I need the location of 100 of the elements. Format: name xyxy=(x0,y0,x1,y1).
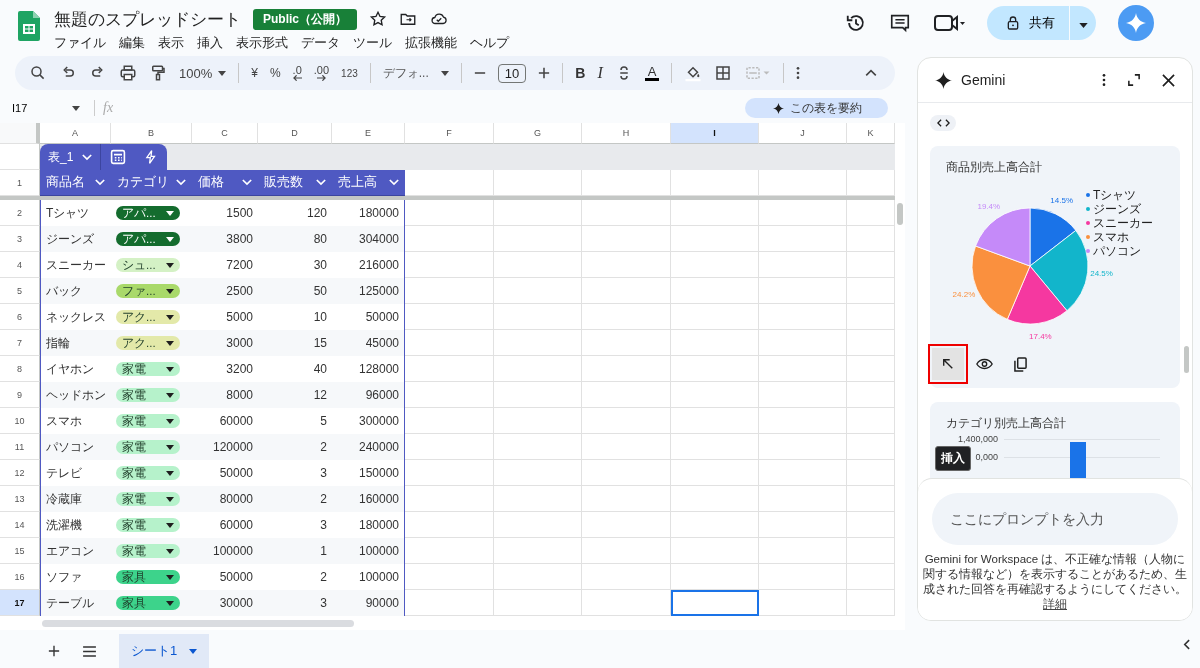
row-number[interactable]: 6 xyxy=(0,304,40,330)
empty-cell[interactable] xyxy=(582,226,671,252)
history-icon[interactable] xyxy=(845,12,867,34)
table-header[interactable]: カテゴリ xyxy=(111,170,192,196)
empty-cell[interactable] xyxy=(759,486,847,512)
empty-cell[interactable] xyxy=(759,564,847,590)
category-chip[interactable]: 家電 xyxy=(116,440,180,454)
empty-cell[interactable] xyxy=(494,304,582,330)
empty-cell[interactable] xyxy=(582,200,671,226)
empty-cell[interactable] xyxy=(759,200,847,226)
scrollbar-thumb[interactable] xyxy=(1184,346,1189,373)
calculator-icon[interactable] xyxy=(110,149,127,165)
empty-cell[interactable] xyxy=(671,252,759,278)
category-chip[interactable]: 家電 xyxy=(116,544,180,558)
font-dropdown[interactable]: デフォ... xyxy=(382,64,449,82)
row-number[interactable]: 4 xyxy=(0,252,40,278)
row-number[interactable]: 17 xyxy=(0,590,40,616)
empty-cell[interactable] xyxy=(582,330,671,356)
row-number[interactable]: 15 xyxy=(0,538,40,564)
empty-cell[interactable] xyxy=(759,512,847,538)
empty-cell[interactable] xyxy=(671,278,759,304)
row-number[interactable]: 13 xyxy=(0,486,40,512)
empty-cell[interactable] xyxy=(582,564,671,590)
empty-cell[interactable] xyxy=(494,538,582,564)
empty-cell[interactable] xyxy=(405,408,494,434)
share-button[interactable]: 共有 xyxy=(987,6,1069,40)
plus-icon[interactable] xyxy=(538,67,551,79)
empty-cell[interactable] xyxy=(759,460,847,486)
code-chip[interactable] xyxy=(930,115,956,131)
row-number[interactable]: 3 xyxy=(0,226,40,252)
empty-cell[interactable] xyxy=(582,408,671,434)
category-chip[interactable]: アク... xyxy=(116,310,180,324)
category-chip[interactable]: アパ... xyxy=(116,206,180,220)
empty-cell[interactable] xyxy=(759,252,847,278)
menu-item[interactable]: ファイル xyxy=(54,34,106,52)
sheets-logo[interactable] xyxy=(18,11,40,41)
empty-cell[interactable] xyxy=(671,538,759,564)
menu-item[interactable]: 拡張機能 xyxy=(405,34,457,52)
category-chip[interactable]: 家電 xyxy=(116,518,180,532)
empty-cell[interactable] xyxy=(582,278,671,304)
empty-cell[interactable] xyxy=(582,434,671,460)
empty-cell[interactable] xyxy=(671,226,759,252)
empty-cell[interactable] xyxy=(494,252,582,278)
category-chip[interactable]: アパ... xyxy=(116,232,180,246)
empty-cell[interactable] xyxy=(759,434,847,460)
prompt-field[interactable]: ここにプロンプトを入力 xyxy=(932,493,1178,546)
corner-cell[interactable] xyxy=(0,123,40,144)
empty-cell[interactable] xyxy=(405,252,494,278)
row-number[interactable]: 9 xyxy=(0,382,40,408)
more-icon[interactable] xyxy=(796,66,801,80)
empty-cell[interactable] xyxy=(759,330,847,356)
print-icon[interactable] xyxy=(119,64,137,82)
video-call-button[interactable] xyxy=(933,13,965,33)
row-number[interactable]: 11 xyxy=(0,434,40,460)
row-number[interactable]: 10 xyxy=(0,408,40,434)
empty-cell[interactable] xyxy=(671,304,759,330)
borders-icon[interactable] xyxy=(714,64,733,82)
close-icon[interactable] xyxy=(1162,73,1175,87)
more-icon[interactable] xyxy=(1102,73,1106,87)
row-number[interactable]: 5 xyxy=(0,278,40,304)
row-number[interactable]: 12 xyxy=(0,460,40,486)
empty-cell[interactable] xyxy=(405,564,494,590)
empty-cell[interactable] xyxy=(494,200,582,226)
table-header[interactable]: 売上高 xyxy=(332,170,405,196)
star-icon[interactable] xyxy=(369,10,387,28)
category-chip[interactable]: 家電 xyxy=(116,466,180,480)
zoom-dropdown[interactable]: 100% xyxy=(179,65,227,81)
menu-item[interactable]: ヘルプ xyxy=(470,34,509,52)
row-number[interactable]: 14 xyxy=(0,512,40,538)
bold-button[interactable]: B xyxy=(575,65,586,81)
add-sheet-icon[interactable] xyxy=(48,645,60,657)
table-header[interactable]: 価格 xyxy=(192,170,258,196)
category-chip[interactable]: シュ... xyxy=(116,258,180,272)
empty-cell[interactable] xyxy=(494,434,582,460)
category-chip[interactable]: 家電 xyxy=(116,362,180,376)
scrollbar-thumb[interactable] xyxy=(897,203,903,225)
empty-cell[interactable] xyxy=(405,356,494,382)
empty-cell[interactable] xyxy=(582,486,671,512)
collapse-icon[interactable] xyxy=(865,69,877,77)
empty-cell[interactable] xyxy=(759,408,847,434)
document-title[interactable]: 無題のスプレッドシート xyxy=(54,7,241,31)
category-chip[interactable]: ファ... xyxy=(116,284,180,298)
name-box[interactable]: I17 xyxy=(0,102,86,114)
menu-item[interactable]: 表示形式 xyxy=(236,34,288,52)
empty-cell[interactable] xyxy=(494,278,582,304)
fill-color-icon[interactable] xyxy=(684,64,703,82)
expand-icon[interactable] xyxy=(1128,74,1140,86)
empty-cell[interactable] xyxy=(759,304,847,330)
row-number[interactable]: 7 xyxy=(0,330,40,356)
currency-button[interactable]: ¥ xyxy=(251,66,258,80)
empty-cell[interactable] xyxy=(405,460,494,486)
empty-cell[interactable] xyxy=(759,226,847,252)
empty-cell[interactable] xyxy=(494,356,582,382)
increase-decimal-button[interactable]: .00 xyxy=(313,65,330,81)
text-color-button[interactable]: A xyxy=(644,65,660,81)
menu-item[interactable]: 挿入 xyxy=(197,34,223,52)
details-link[interactable]: 詳細 xyxy=(1043,598,1067,611)
chevron-left-icon[interactable] xyxy=(1183,639,1190,651)
percent-button[interactable]: % xyxy=(269,66,281,80)
sheet-tab[interactable]: シート1 xyxy=(119,634,210,668)
